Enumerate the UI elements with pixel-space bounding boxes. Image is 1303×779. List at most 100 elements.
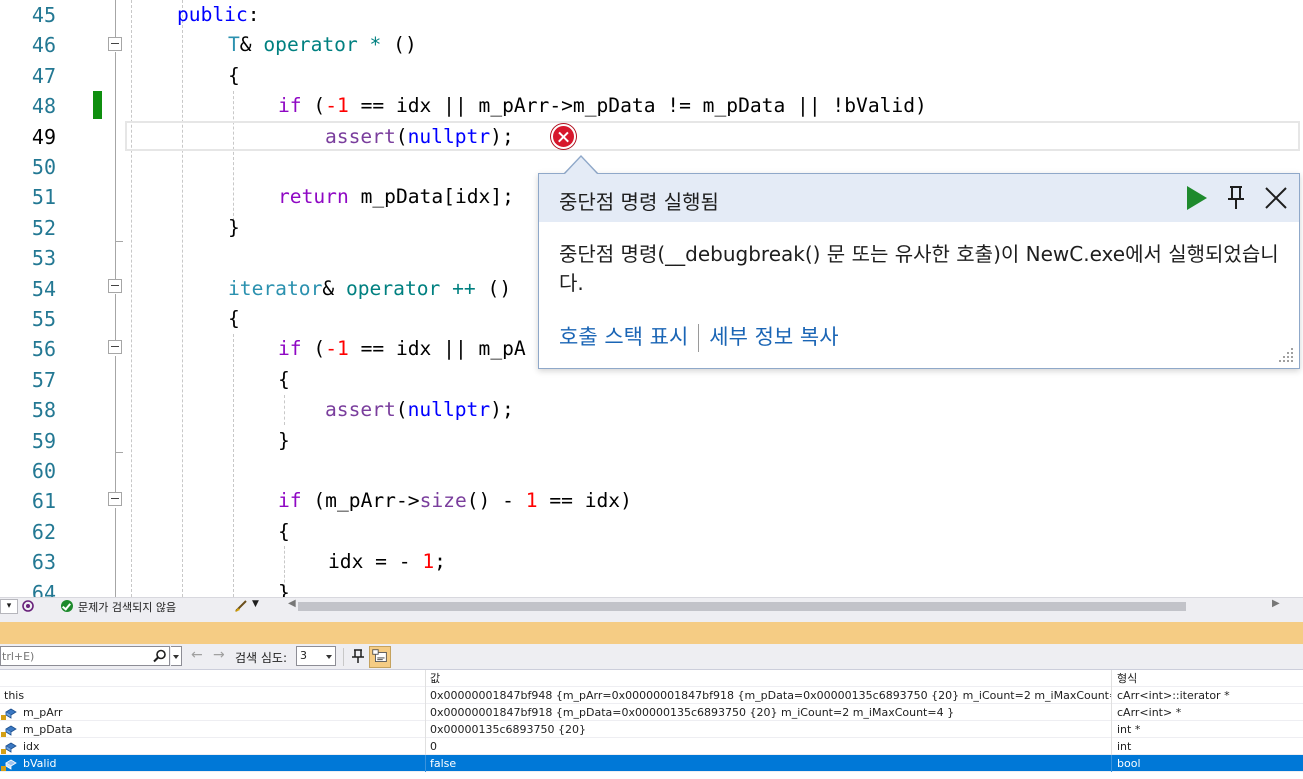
chevron-down-icon[interactable]: ▼ — [252, 599, 259, 609]
line-number: 58 — [31, 398, 56, 423]
table-row-selected[interactable]: bValid false bool — [0, 755, 1303, 772]
code-line-60: 60 — [0, 456, 1303, 486]
field-icon — [5, 725, 17, 736]
line-number: 48 — [31, 94, 56, 119]
code-line-47: 47 { — [0, 61, 1303, 91]
search-options-dropdown[interactable] — [171, 646, 182, 666]
row-name-cell: m_pArr — [0, 704, 426, 721]
row-name-cell: m_pData — [0, 721, 426, 738]
grid-header-row: 값 형식 — [0, 670, 1303, 687]
view-as-text-icon[interactable] — [369, 646, 391, 668]
code-text: } — [278, 580, 290, 597]
code-text: if (-1 == idx || m_pArr->m_pData != m_pD… — [278, 94, 927, 118]
line-number: 57 — [31, 367, 56, 392]
table-row[interactable]: this 0x00000001847bf948 {m_pArr=0x000000… — [0, 687, 1303, 704]
editor-status-bar: ▾ 문제가 검색되지 않음 ▼ ◀ ▶ — [0, 597, 1303, 615]
forward-arrow-icon[interactable]: → — [213, 647, 225, 663]
close-icon[interactable] — [1263, 185, 1289, 211]
back-arrow-icon[interactable]: ← — [191, 647, 203, 663]
variable-type: int — [1117, 740, 1132, 753]
variable-type: cArr<int> * — [1117, 706, 1182, 719]
popup-title: 중단점 명령 실행됨 — [559, 190, 719, 214]
field-icon — [5, 708, 17, 719]
code-text: assert(nullptr); — [325, 124, 514, 148]
zoom-dropdown[interactable]: ▾ — [0, 599, 18, 614]
variable-type: cArr<int>::iterator * — [1117, 689, 1230, 702]
lock-icon — [1, 732, 6, 737]
table-row[interactable]: m_pData 0x00000135c6893750 {20} int * — [0, 721, 1303, 738]
column-header-type[interactable]: 형식 — [1112, 670, 1303, 687]
variable-name: bValid — [23, 757, 57, 770]
line-number: 51 — [31, 185, 56, 210]
table-row[interactable]: idx 0 int — [0, 738, 1303, 755]
field-icon — [5, 759, 17, 770]
search-icon[interactable] — [153, 649, 167, 663]
line-number: 45 — [31, 3, 56, 27]
variable-value[interactable]: false — [426, 755, 1112, 772]
scroll-left-icon[interactable]: ◀ — [288, 598, 296, 609]
issues-status-text[interactable]: 문제가 검색되지 않음 — [78, 599, 176, 615]
horizontal-scrollbar[interactable] — [298, 602, 1260, 611]
panel-splitter[interactable] — [0, 615, 1303, 622]
error-icon[interactable] — [551, 124, 576, 149]
code-line-57: 57 { — [0, 365, 1303, 395]
variable-value[interactable]: 0x00000001847bf948 {m_pArr=0x00000001847… — [426, 687, 1112, 704]
code-line-61: 61 if (m_pArr->size() - 1 == idx) — [0, 486, 1303, 516]
field-icon — [5, 742, 17, 753]
pin-icon[interactable] — [350, 648, 366, 664]
locals-grid: 값 형식 this 0x00000001847bf948 {m_pArr=0x0… — [0, 670, 1303, 779]
resize-grip-icon[interactable] — [1277, 346, 1295, 364]
code-text: T& operator * () — [228, 33, 417, 57]
line-number: 60 — [31, 459, 56, 483]
table-row[interactable]: m_pArr 0x00000001847bf918 {m_pData=0x000… — [0, 704, 1303, 721]
copy-details-link[interactable]: 세부 정보 복사 — [709, 325, 838, 349]
cleanup-brush-icon[interactable] — [233, 598, 249, 614]
code-text: if (-1 == idx || m_pA — [278, 337, 526, 361]
row-name-cell: this — [0, 687, 426, 704]
locals-toolbar: ← → 검색 심도: 3 — [0, 644, 1303, 670]
link-separator — [698, 324, 700, 352]
variable-name: idx — [23, 740, 40, 753]
code-line-59: 59 } — [0, 426, 1303, 456]
line-number: 59 — [31, 428, 56, 453]
scrollbar-thumb[interactable] — [298, 602, 1186, 611]
code-text: { — [278, 367, 290, 391]
variable-value[interactable]: 0x00000001847bf918 {m_pData=0x00000135c6… — [426, 704, 1112, 721]
search-depth-label: 검색 심도: — [235, 651, 288, 665]
search-box[interactable] — [0, 646, 170, 666]
code-text: { — [228, 63, 240, 87]
variable-type: int * — [1117, 723, 1141, 736]
variable-value[interactable]: 0x00000135c6893750 {20} — [426, 721, 1112, 738]
check-icon[interactable] — [61, 600, 73, 612]
code-line-58: 58 assert(nullptr); — [0, 395, 1303, 425]
pin-icon[interactable] — [1225, 185, 1247, 211]
code-text: } — [278, 428, 290, 452]
popup-arrow-fill — [565, 157, 597, 174]
search-input[interactable] — [1, 647, 151, 665]
code-text: idx = - 1; — [328, 550, 446, 574]
variable-type: bool — [1117, 757, 1141, 770]
column-header-value[interactable]: 값 — [426, 670, 1112, 687]
code-text: { — [228, 307, 240, 330]
line-number: 55 — [31, 307, 56, 331]
code-text: assert(nullptr); — [325, 398, 514, 422]
code-text: } — [228, 215, 240, 239]
line-number: 63 — [31, 550, 56, 575]
show-call-stack-link[interactable]: 호출 스택 표시 — [559, 325, 688, 349]
code-text: public: — [177, 3, 260, 26]
lock-icon — [1, 749, 6, 754]
search-depth-select[interactable]: 3 — [296, 646, 336, 666]
scroll-right-icon[interactable]: ▶ — [1272, 598, 1280, 609]
git-icon[interactable] — [20, 598, 36, 614]
play-icon[interactable] — [1187, 186, 1207, 210]
code-editor[interactable]: 45 public: 46 T& operator * () 47 { 48 i… — [0, 0, 1303, 597]
popup-links: 호출 스택 표시 세부 정보 복사 — [559, 322, 839, 352]
code-line-63: 63 idx = - 1; — [0, 547, 1303, 577]
locals-panel-titlebar[interactable] — [0, 622, 1303, 644]
code-line-48: 48 if (-1 == idx || m_pArr->m_pData != m… — [0, 91, 1303, 121]
variable-value[interactable]: 0 — [426, 738, 1112, 755]
code-line-62: 62 { — [0, 517, 1303, 547]
column-header-name[interactable] — [0, 670, 426, 687]
popup-header: 중단점 명령 실행됨 — [539, 174, 1299, 222]
row-name-cell: bValid — [0, 755, 426, 772]
